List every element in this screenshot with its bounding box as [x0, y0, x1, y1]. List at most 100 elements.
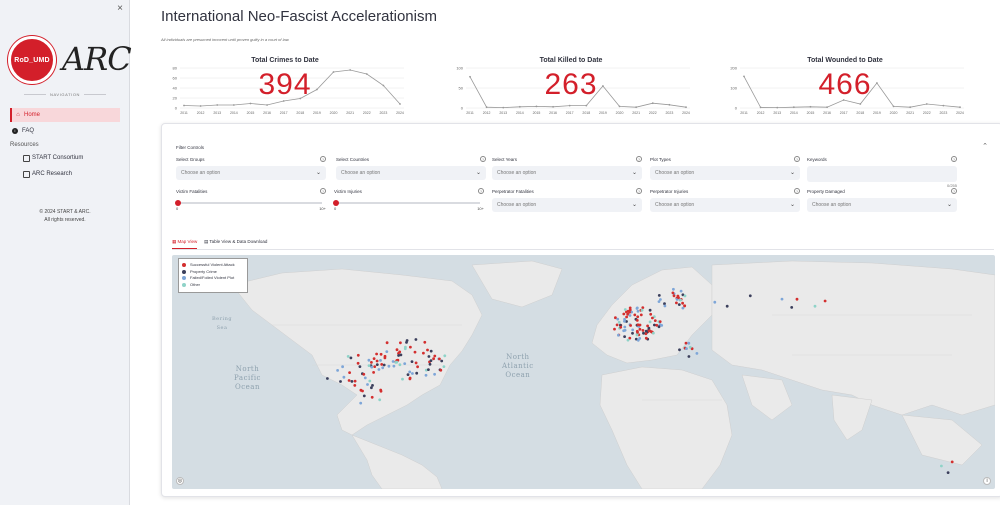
incident-point — [372, 357, 376, 360]
help-icon[interactable]: ? — [951, 156, 957, 162]
kpi-value: 263 — [544, 68, 598, 101]
legend-label: Failed/Foiled Violent Plot — [190, 275, 235, 281]
slider-track[interactable] — [176, 202, 322, 204]
field-label: Perpetrator Fatalities — [492, 189, 534, 194]
y-tick-label: 0 — [461, 106, 464, 111]
select-years-dropdown[interactable]: Choose an option ⌄ — [492, 166, 642, 180]
incident-point — [336, 369, 339, 372]
chevron-down-icon: ⌄ — [475, 170, 481, 176]
ocean-label-pacific: North Pacific Ocean — [234, 365, 261, 392]
field-label: Plot Types — [650, 157, 671, 162]
incident-point — [399, 341, 402, 345]
sparkline-point — [485, 106, 488, 109]
link-start-consortium[interactable]: START Consortium — [20, 151, 120, 165]
tab-map-view[interactable]: ▦ Map View — [172, 237, 198, 249]
incident-point — [623, 335, 626, 338]
select-countries-dropdown[interactable]: Choose an option ⌄ — [336, 166, 486, 180]
page-title: International Neo-Fascist Accelerationis… — [161, 8, 437, 25]
sparkline-point — [959, 106, 961, 109]
x-tick-label: 2012 — [197, 111, 205, 115]
incident-point — [432, 357, 435, 361]
incident-point — [679, 289, 683, 293]
help-icon[interactable]: ? — [794, 156, 800, 162]
x-tick-label: 2013 — [213, 111, 221, 115]
incident-point — [748, 294, 752, 298]
help-icon[interactable]: ? — [951, 188, 957, 194]
plot-types-dropdown[interactable]: Choose an option ⌄ — [650, 166, 800, 180]
ocean-label-line: North — [506, 353, 530, 361]
field-label: Property Damaged — [807, 189, 845, 194]
kpi-value: 466 — [818, 68, 872, 101]
slider-max: 10+ — [477, 206, 484, 211]
external-link-icon — [22, 154, 30, 162]
incident-point — [413, 350, 417, 354]
legend-dot — [182, 276, 186, 281]
x-tick-label: 2013 — [773, 111, 781, 115]
incident-point — [428, 362, 432, 366]
keywords-input[interactable] — [807, 166, 957, 182]
x-tick-label: 2019 — [873, 111, 881, 115]
legend-dot — [182, 269, 186, 274]
perpetrator-injuries-dropdown[interactable]: Choose an option ⌄ — [650, 198, 800, 212]
ocean-label-line: Atlantic — [502, 362, 534, 370]
sparkline-point — [635, 106, 638, 109]
logo: RoD_UMD ARC — [8, 36, 132, 84]
tab-table-view[interactable]: ▤ Table View & Data Download — [204, 237, 267, 249]
incident-point — [408, 377, 412, 381]
property-damaged-dropdown[interactable]: Choose an option ⌄ — [807, 198, 957, 212]
incident-map[interactable]: Successful Violent Attack Property Crime… — [172, 255, 995, 489]
help-icon[interactable]: ? — [636, 156, 642, 162]
slider-max: 10+ — [319, 206, 326, 211]
incident-point — [635, 333, 639, 337]
map-legend: Successful Violent Attack Property Crime… — [178, 258, 248, 293]
info-icon[interactable]: i — [983, 477, 991, 485]
sparkline-point — [249, 102, 252, 105]
victim-fatalities-slider[interactable]: Victim Fatalities ? 0 10+ — [175, 188, 326, 211]
help-icon[interactable]: ? — [478, 188, 484, 194]
legend-dot — [182, 263, 186, 268]
map-canvas[interactable] — [172, 255, 995, 489]
incident-point — [636, 323, 640, 327]
incident-point — [356, 361, 360, 365]
chevron-up-icon[interactable]: ⌃ — [982, 142, 988, 150]
help-icon[interactable]: ? — [320, 156, 326, 162]
slider-track[interactable] — [334, 202, 480, 204]
y-tick-label: 0 — [735, 106, 738, 111]
close-sidebar-icon[interactable]: × — [117, 3, 123, 14]
link-arc-research[interactable]: ARC Research — [20, 167, 120, 181]
incident-point — [657, 325, 661, 329]
select-groups-dropdown[interactable]: Choose an option ⌄ — [176, 166, 326, 180]
incident-point — [378, 398, 382, 402]
help-icon[interactable]: ? — [480, 156, 486, 162]
sparkline-point — [232, 104, 235, 106]
x-tick-label: 2011 — [466, 111, 474, 115]
incident-point — [658, 320, 662, 323]
sea-label-line: Sea — [216, 325, 228, 331]
incident-point — [646, 324, 649, 328]
incident-point — [381, 366, 385, 370]
kpi-total-killed: Total Killed to Date 0 50 100 2011 2012 2013 2… — [446, 56, 696, 120]
perpetrator-fatalities-dropdown[interactable]: Choose an option ⌄ — [492, 198, 642, 212]
incident-point — [339, 380, 342, 383]
help-icon[interactable]: ? — [636, 188, 642, 194]
incident-point — [439, 368, 443, 372]
incident-point — [397, 354, 400, 357]
sidebar-item-faq[interactable]: i FAQ — [10, 124, 120, 138]
help-icon[interactable]: ? — [320, 188, 326, 194]
x-tick-label: 2014 — [230, 111, 238, 115]
help-icon[interactable]: ? — [794, 188, 800, 194]
incident-point — [652, 331, 655, 335]
incident-point — [398, 363, 402, 367]
incident-point — [341, 365, 344, 369]
incident-point — [653, 319, 657, 322]
incident-point — [404, 345, 407, 349]
placeholder: Choose an option — [497, 202, 537, 208]
incident-point — [359, 388, 363, 392]
kpi-title: Total Killed to Date — [539, 57, 603, 64]
location-icon[interactable]: ◎ — [176, 477, 184, 485]
sidebar-item-home[interactable]: ⌂ Home — [10, 108, 120, 122]
rod-umd-logo: RoD_UMD — [8, 36, 56, 84]
x-tick-label: 2015 — [247, 111, 255, 115]
victim-injuries-slider[interactable]: Victim Injuries ? 0 10+ — [333, 188, 484, 211]
perpetrator-fatalities: Perpetrator Fatalities ? Choose an optio… — [492, 188, 642, 212]
